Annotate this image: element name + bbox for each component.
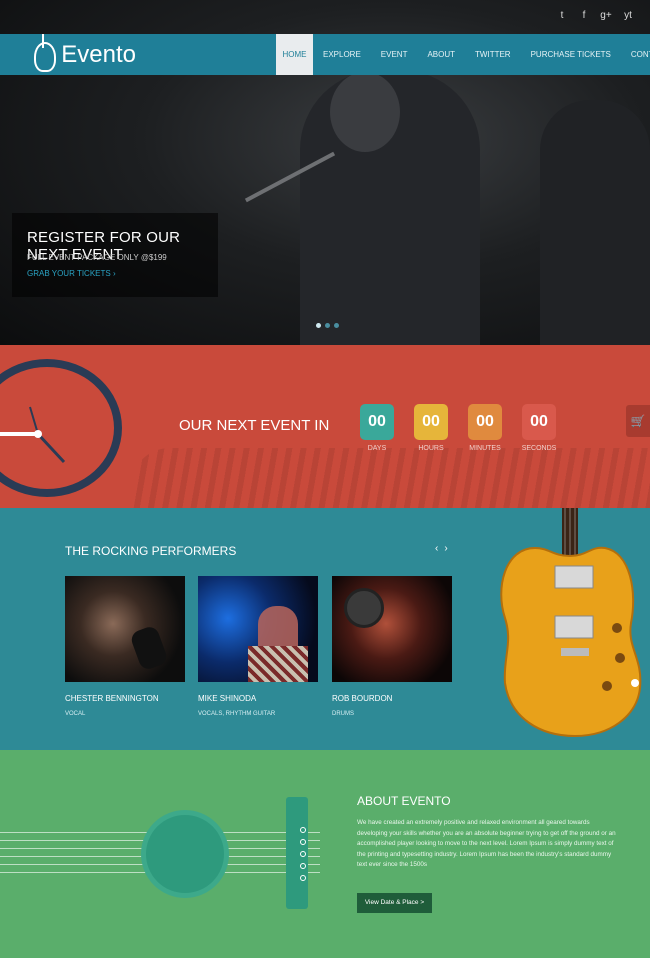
- performer-role: VOCALS, RHYTHM GUITAR: [198, 711, 276, 717]
- slider-dots: [316, 323, 339, 328]
- performer-photo: [65, 576, 185, 682]
- hero-section: t f g+ yt Evento HOME EXPLORE EVENT ABOU…: [0, 0, 650, 345]
- google-plus-icon[interactable]: g+: [600, 10, 612, 21]
- performer-photo: [332, 576, 452, 682]
- about-title: ABOUT EVENTO: [357, 794, 451, 808]
- site-logo[interactable]: Evento: [0, 33, 136, 75]
- social-links: t f g+ yt: [556, 10, 634, 21]
- nav-item-explore[interactable]: EXPLORE: [313, 34, 371, 75]
- hero-caption: REGISTER FOR OUR NEXT EVENT FULL EVENT P…: [12, 213, 218, 297]
- twitter-icon[interactable]: t: [556, 10, 568, 21]
- guitar-bridge: [286, 797, 308, 909]
- performer-name: CHESTER BENNINGTON: [65, 694, 159, 703]
- nav-item-event[interactable]: EVENT: [371, 34, 418, 75]
- performer-card[interactable]: ROB BOURDON DRUMS: [332, 576, 452, 717]
- acoustic-soundhole: [141, 810, 229, 898]
- performer-card[interactable]: CHESTER BENNINGTON VOCAL: [65, 576, 185, 717]
- performer-name: MIKE SHINODA: [198, 694, 257, 703]
- nav-item-purchase-tickets[interactable]: PURCHASE TICKETS: [521, 34, 621, 75]
- chevron-right-icon[interactable]: ›: [444, 543, 447, 554]
- main-nav: HOME EXPLORE EVENT ABOUT TWITTER PURCHAS…: [276, 34, 650, 75]
- electric-guitar-illustration: [500, 508, 642, 738]
- guitar-logo-icon: [28, 33, 57, 72]
- carousel-arrows: ‹ ›: [435, 543, 448, 554]
- view-date-place-button[interactable]: View Date & Place >: [357, 893, 432, 913]
- performer-photo: [198, 576, 318, 682]
- seconds-label: SECONDS: [521, 445, 557, 452]
- slider-dot[interactable]: [334, 323, 339, 328]
- nav-item-twitter[interactable]: TWITTER: [465, 34, 521, 75]
- clock-icon: [0, 359, 122, 497]
- minutes-counter: 00: [468, 404, 502, 440]
- seconds-counter: 00: [522, 404, 556, 440]
- facebook-icon[interactable]: f: [578, 10, 590, 21]
- hours-counter: 00: [414, 404, 448, 440]
- youtube-icon[interactable]: yt: [622, 10, 634, 21]
- countdown-section: OUR NEXT EVENT IN 00 DAYS 00 HOURS 00 MI…: [0, 345, 650, 508]
- about-text: We have created an extremely positive an…: [357, 819, 616, 869]
- slider-dot[interactable]: [316, 323, 321, 328]
- minutes-label: MINUTES: [469, 445, 501, 452]
- days-counter: 00: [360, 404, 394, 440]
- brand-name: Evento: [61, 40, 136, 68]
- hero-subline: FULL EVENT PACKAGE ONLY @$199: [27, 253, 167, 262]
- performer-role: DRUMS: [332, 711, 354, 717]
- nav-item-about[interactable]: ABOUT: [417, 34, 465, 75]
- nav-item-home[interactable]: HOME: [276, 34, 313, 75]
- performers-section: THE ROCKING PERFORMERS ‹ › CHESTER BENNI…: [0, 508, 650, 750]
- chevron-left-icon[interactable]: ‹: [435, 543, 438, 554]
- nav-item-contact[interactable]: CONTACT: [621, 34, 650, 75]
- singer-head: [330, 72, 400, 152]
- performer-name: ROB BOURDON: [332, 694, 393, 703]
- performers-title: THE ROCKING PERFORMERS: [65, 544, 237, 558]
- hours-label: HOURS: [418, 445, 444, 452]
- performer-role: VOCAL: [65, 711, 86, 717]
- performer-card[interactable]: MIKE SHINODA VOCALS, RHYTHM GUITAR: [198, 576, 318, 717]
- countdown-title: OUR NEXT EVENT IN: [179, 417, 330, 434]
- grab-tickets-link[interactable]: GRAB YOUR TICKETS ›: [27, 269, 116, 278]
- slider-dot[interactable]: [325, 323, 330, 328]
- crowd-illustration: [130, 448, 650, 508]
- about-section: ABOUT EVENTO We have created an extremel…: [0, 750, 650, 958]
- days-label: DAYS: [367, 445, 387, 452]
- cart-icon[interactable]: 🛒: [626, 405, 650, 437]
- guitarist-silhouette: [540, 100, 650, 345]
